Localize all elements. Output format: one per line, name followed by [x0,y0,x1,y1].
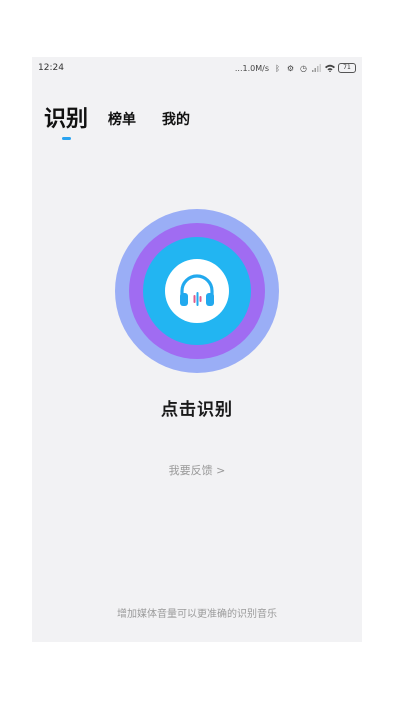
alarm-icon: ⚙ [286,63,295,73]
headphone-icon [180,274,214,306]
wifi-icon [325,64,335,73]
signal-icon [312,63,321,73]
top-tabs: 识别 榜单 我的 [44,93,216,140]
feedback-link[interactable]: 我要反馈 > [32,462,362,478]
app-screen: 12:24 ...1.0M/s ᛒ ⚙ ◷ 71 识别 榜单 我的 点击识别 我… [32,57,362,642]
battery-icon: 71 [338,63,356,73]
status-icons: ...1.0M/s ᛒ ⚙ ◷ 71 [235,63,356,73]
tab-recognize[interactable]: 识别 [44,101,89,140]
status-time: 12:24 [38,63,64,73]
tab-active-indicator [62,137,71,140]
volume-hint: 增加媒体音量可以更准确的识别音乐 [117,609,277,620]
tab-mine[interactable]: 我的 [162,109,190,133]
tab-recognize-label: 识别 [44,107,89,132]
tab-mine-label: 我的 [162,112,191,128]
tab-charts[interactable]: 榜单 [108,109,136,133]
recognize-label[interactable]: 点击识别 [32,395,362,420]
network-speed: ...1.0M/s [234,63,269,73]
tab-charts-label: 榜单 [108,112,137,128]
bluetooth-icon: ᛒ [275,63,280,73]
recognize-button[interactable] [115,209,279,373]
status-bar: 12:24 ...1.0M/s ᛒ ⚙ ◷ 71 [32,57,362,79]
clock-icon: ◷ [300,63,307,73]
